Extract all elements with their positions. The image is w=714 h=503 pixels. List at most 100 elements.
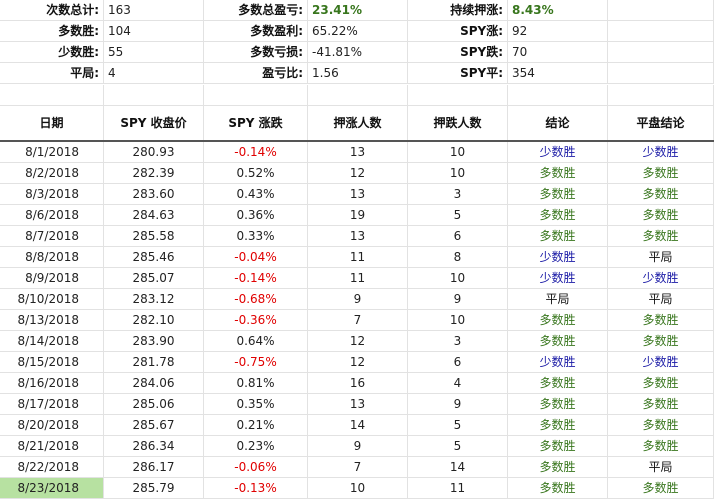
cell[interactable] bbox=[204, 85, 308, 106]
change-cell[interactable]: 0.64% bbox=[204, 331, 308, 352]
header-spy-close[interactable]: SPY 收盘价 bbox=[104, 106, 204, 140]
conclusion-cell[interactable]: 多数胜 bbox=[508, 415, 608, 436]
bet-up-cell[interactable]: 11 bbox=[308, 247, 408, 268]
cell[interactable] bbox=[0, 85, 104, 106]
summary-label[interactable]: SPY涨: bbox=[408, 21, 508, 42]
cell[interactable] bbox=[608, 21, 714, 42]
conclusion-cell[interactable]: 多数胜 bbox=[508, 373, 608, 394]
cell[interactable] bbox=[608, 85, 714, 106]
header-bet-down[interactable]: 押跌人数 bbox=[408, 106, 508, 140]
conclusion-cell[interactable]: 多数胜 bbox=[508, 184, 608, 205]
close-cell[interactable]: 286.34 bbox=[104, 436, 204, 457]
close-cell[interactable]: 285.06 bbox=[104, 394, 204, 415]
summary-label[interactable]: 少数胜: bbox=[0, 42, 104, 63]
cell[interactable] bbox=[308, 85, 408, 106]
bet-up-cell[interactable]: 11 bbox=[308, 268, 408, 289]
conclusion-cell[interactable]: 少数胜 bbox=[508, 247, 608, 268]
cell[interactable] bbox=[608, 63, 714, 84]
date-cell[interactable]: 8/7/2018 bbox=[0, 226, 104, 247]
change-cell[interactable]: 0.21% bbox=[204, 415, 308, 436]
summary-label[interactable]: SPY平: bbox=[408, 63, 508, 84]
change-cell[interactable]: -0.06% bbox=[204, 457, 308, 478]
change-cell[interactable]: -0.14% bbox=[204, 142, 308, 163]
close-cell[interactable]: 281.78 bbox=[104, 352, 204, 373]
cell[interactable] bbox=[104, 85, 204, 106]
summary-value[interactable]: 23.41% bbox=[308, 0, 408, 21]
flat-conclusion-cell[interactable]: 多数胜 bbox=[608, 310, 714, 331]
date-cell[interactable]: 8/17/2018 bbox=[0, 394, 104, 415]
header-spy-change[interactable]: SPY 涨跌 bbox=[204, 106, 308, 140]
bet-down-cell[interactable]: 4 bbox=[408, 373, 508, 394]
summary-value[interactable]: 8.43% bbox=[508, 0, 608, 21]
close-cell[interactable]: 285.67 bbox=[104, 415, 204, 436]
flat-conclusion-cell[interactable]: 平局 bbox=[608, 457, 714, 478]
close-cell[interactable]: 285.58 bbox=[104, 226, 204, 247]
bet-down-cell[interactable]: 3 bbox=[408, 184, 508, 205]
change-cell[interactable]: 0.23% bbox=[204, 436, 308, 457]
summary-value[interactable]: 55 bbox=[104, 42, 204, 63]
date-cell[interactable]: 8/22/2018 bbox=[0, 457, 104, 478]
change-cell[interactable]: 0.35% bbox=[204, 394, 308, 415]
date-cell[interactable]: 8/9/2018 bbox=[0, 268, 104, 289]
summary-label[interactable]: 多数总盈亏: bbox=[204, 0, 308, 21]
summary-label[interactable]: 盈亏比: bbox=[204, 63, 308, 84]
bet-up-cell[interactable]: 9 bbox=[308, 436, 408, 457]
change-cell[interactable]: 0.43% bbox=[204, 184, 308, 205]
summary-value[interactable]: 163 bbox=[104, 0, 204, 21]
cell[interactable] bbox=[608, 0, 714, 21]
bet-up-cell[interactable]: 12 bbox=[308, 352, 408, 373]
bet-down-cell[interactable]: 6 bbox=[408, 352, 508, 373]
flat-conclusion-cell[interactable]: 少数胜 bbox=[608, 268, 714, 289]
summary-label[interactable]: 持续押涨: bbox=[408, 0, 508, 21]
conclusion-cell[interactable]: 多数胜 bbox=[508, 478, 608, 499]
conclusion-cell[interactable]: 少数胜 bbox=[508, 142, 608, 163]
date-cell[interactable]: 8/3/2018 bbox=[0, 184, 104, 205]
bet-up-cell[interactable]: 9 bbox=[308, 289, 408, 310]
bet-up-cell[interactable]: 13 bbox=[308, 142, 408, 163]
bet-down-cell[interactable]: 10 bbox=[408, 142, 508, 163]
date-cell[interactable]: 8/21/2018 bbox=[0, 436, 104, 457]
conclusion-cell[interactable]: 多数胜 bbox=[508, 163, 608, 184]
header-conclusion[interactable]: 结论 bbox=[508, 106, 608, 140]
bet-down-cell[interactable]: 3 bbox=[408, 331, 508, 352]
change-cell[interactable]: 0.81% bbox=[204, 373, 308, 394]
bet-up-cell[interactable]: 16 bbox=[308, 373, 408, 394]
flat-conclusion-cell[interactable]: 平局 bbox=[608, 247, 714, 268]
summary-value[interactable]: 70 bbox=[508, 42, 608, 63]
summary-value[interactable]: -41.81% bbox=[308, 42, 408, 63]
cell[interactable] bbox=[408, 85, 508, 106]
cell[interactable] bbox=[608, 42, 714, 63]
close-cell[interactable]: 285.07 bbox=[104, 268, 204, 289]
flat-conclusion-cell[interactable]: 多数胜 bbox=[608, 436, 714, 457]
close-cell[interactable]: 286.17 bbox=[104, 457, 204, 478]
close-cell[interactable]: 285.46 bbox=[104, 247, 204, 268]
bet-up-cell[interactable]: 13 bbox=[308, 226, 408, 247]
flat-conclusion-cell[interactable]: 平局 bbox=[608, 289, 714, 310]
header-date[interactable]: 日期 bbox=[0, 106, 104, 140]
bet-up-cell[interactable]: 10 bbox=[308, 478, 408, 499]
change-cell[interactable]: -0.75% bbox=[204, 352, 308, 373]
change-cell[interactable]: -0.36% bbox=[204, 310, 308, 331]
bet-down-cell[interactable]: 9 bbox=[408, 289, 508, 310]
date-cell[interactable]: 8/10/2018 bbox=[0, 289, 104, 310]
conclusion-cell[interactable]: 多数胜 bbox=[508, 331, 608, 352]
summary-label[interactable]: 次数总计: bbox=[0, 0, 104, 21]
bet-down-cell[interactable]: 14 bbox=[408, 457, 508, 478]
close-cell[interactable]: 280.93 bbox=[104, 142, 204, 163]
summary-label[interactable]: 平局: bbox=[0, 63, 104, 84]
header-flat-conclusion[interactable]: 平盘结论 bbox=[608, 106, 714, 140]
date-cell[interactable]: 8/6/2018 bbox=[0, 205, 104, 226]
close-cell[interactable]: 284.06 bbox=[104, 373, 204, 394]
close-cell[interactable]: 283.12 bbox=[104, 289, 204, 310]
flat-conclusion-cell[interactable]: 少数胜 bbox=[608, 352, 714, 373]
change-cell[interactable]: -0.68% bbox=[204, 289, 308, 310]
bet-down-cell[interactable]: 10 bbox=[408, 310, 508, 331]
close-cell[interactable]: 283.90 bbox=[104, 331, 204, 352]
flat-conclusion-cell[interactable]: 多数胜 bbox=[608, 226, 714, 247]
summary-label[interactable]: 多数胜: bbox=[0, 21, 104, 42]
flat-conclusion-cell[interactable]: 多数胜 bbox=[608, 415, 714, 436]
bet-up-cell[interactable]: 7 bbox=[308, 457, 408, 478]
conclusion-cell[interactable]: 少数胜 bbox=[508, 268, 608, 289]
bet-up-cell[interactable]: 13 bbox=[308, 184, 408, 205]
bet-down-cell[interactable]: 10 bbox=[408, 163, 508, 184]
